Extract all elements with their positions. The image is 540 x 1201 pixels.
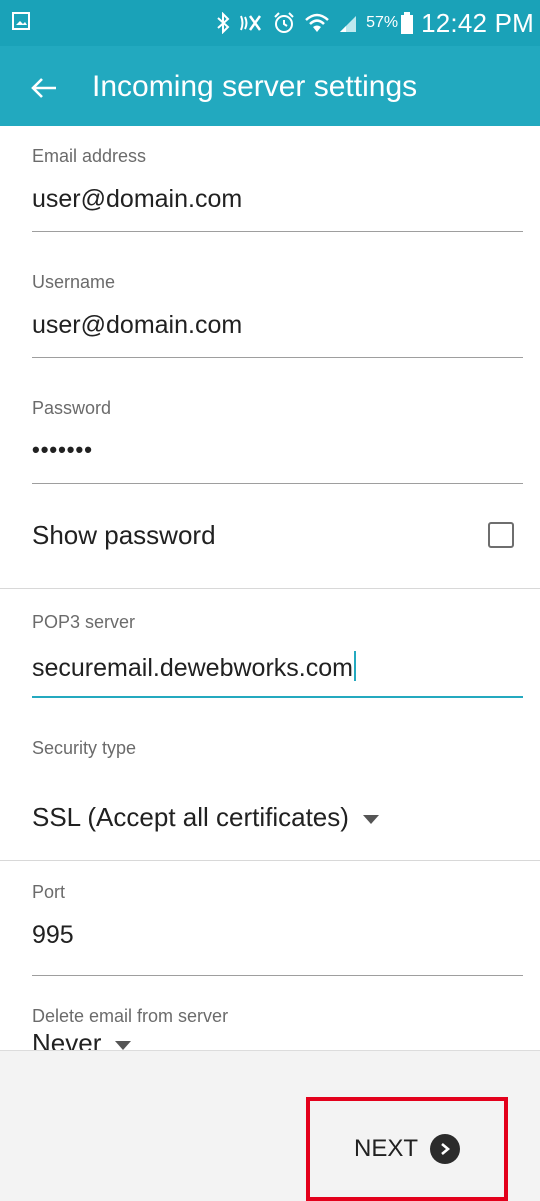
security-type-label: Security type — [32, 738, 137, 758]
username-underline — [32, 357, 523, 358]
settings-form: Email address user@domain.com Username u… — [0, 126, 540, 1050]
pop3-underline — [32, 696, 523, 698]
divider — [0, 860, 540, 861]
show-password-row[interactable]: Show password — [0, 492, 540, 589]
text-cursor — [353, 651, 356, 681]
pop3-server-value: securemail.dewebworks.com — [32, 654, 353, 682]
mute-icon — [240, 15, 262, 31]
next-button[interactable]: NEXT — [306, 1097, 508, 1201]
email-field-group: Email address user@domain.com — [32, 146, 523, 232]
page-title: Incoming server settings — [92, 70, 418, 103]
clock: 12:42 PM — [421, 7, 534, 38]
security-type-value: SSL (Accept all certificates) — [32, 802, 349, 832]
password-field[interactable]: ••••••• — [32, 437, 523, 463]
signal-icon — [340, 16, 357, 32]
username-field-group: Username user@domain.com — [32, 272, 523, 358]
back-button[interactable] — [24, 68, 64, 108]
battery-icon — [401, 12, 414, 34]
battery-indicator: 57% — [366, 12, 414, 34]
app-bar: Incoming server settings — [0, 46, 540, 126]
username-field[interactable]: user@domain.com — [32, 311, 523, 340]
port-underline — [32, 975, 523, 976]
pop3-label: POP3 server — [32, 612, 136, 632]
delete-email-group: Delete email from server — [32, 1006, 523, 1027]
password-field-group: Password ••••••• — [32, 398, 523, 484]
status-bar: 57% 12:42 PM — [0, 0, 540, 46]
pop3-field-group: POP3 server securemail.dewebworks.com — [32, 612, 523, 698]
port-field-group: Port 995 — [32, 882, 523, 976]
alarm-icon — [274, 12, 294, 33]
password-underline — [32, 483, 523, 484]
email-underline — [32, 231, 523, 232]
security-type-dropdown[interactable]: SSL (Accept all certificates) — [32, 802, 379, 833]
password-label: Password — [32, 398, 112, 418]
next-label: NEXT — [353, 1135, 418, 1162]
email-field[interactable]: user@domain.com — [32, 185, 523, 214]
delete-email-label: Delete email from server — [32, 1006, 229, 1026]
email-label: Email address — [32, 146, 147, 166]
username-label: Username — [32, 272, 116, 292]
wifi-icon — [305, 13, 329, 32]
chevron-right-icon — [430, 1134, 460, 1164]
security-type-group: Security type — [32, 738, 523, 759]
bottom-action-bar: NEXT — [0, 1050, 540, 1201]
show-password-label: Show password — [32, 520, 216, 550]
show-password-checkbox[interactable] — [488, 522, 514, 548]
image-icon — [12, 12, 30, 30]
arrow-left-icon — [31, 78, 56, 98]
battery-percent: 57% — [366, 14, 399, 31]
pop3-server-field[interactable]: securemail.dewebworks.com — [32, 651, 523, 683]
dropdown-arrow-icon — [115, 1040, 132, 1050]
dropdown-arrow-icon — [362, 814, 379, 824]
bluetooth-icon — [217, 12, 230, 34]
port-label: Port — [32, 882, 66, 902]
port-field[interactable]: 995 — [32, 921, 523, 950]
